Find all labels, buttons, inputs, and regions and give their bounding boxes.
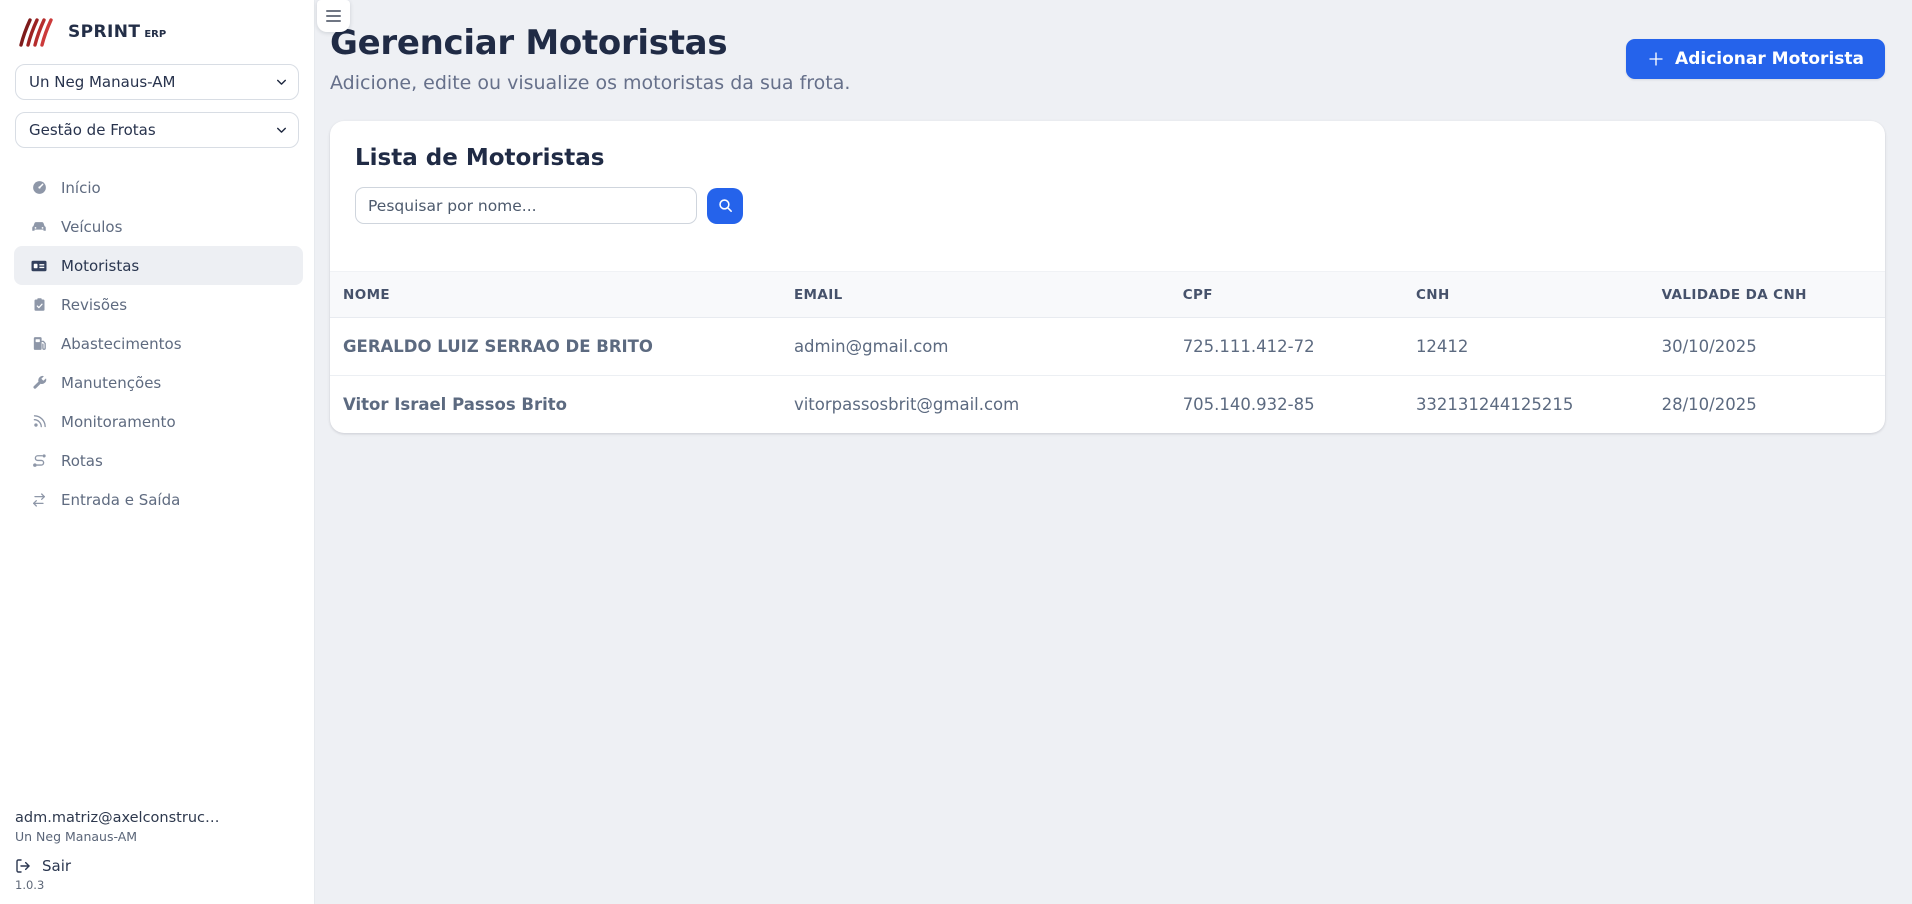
sidebar-item-entrada-e-saida[interactable]: Entrada e Saída — [14, 480, 303, 519]
sidebar-item-inicio[interactable]: Início — [14, 168, 303, 207]
id-card-icon — [30, 257, 48, 275]
sidebar-item-rotas[interactable]: Rotas — [14, 441, 303, 480]
cell-nome: GERALDO LUIZ SERRAO DE BRITO — [330, 318, 781, 376]
sidebar-item-revisoes[interactable]: Revisões — [14, 285, 303, 324]
satellite-icon — [30, 413, 48, 430]
sidebar-nav: Início Veículos Motoristas Revisões — [0, 168, 314, 519]
sidebar-spacer — [0, 519, 314, 810]
hamburger-icon — [326, 10, 341, 12]
brand-name: SPRINT — [68, 22, 140, 42]
brand-suffix: ERP — [144, 29, 166, 40]
cell-cpf: 725.111.412-72 — [1170, 318, 1403, 376]
search-button[interactable] — [707, 188, 743, 224]
sidebar-item-label: Abastecimentos — [61, 335, 182, 353]
page-header-titles: Gerenciar Motoristas Adicione, edite ou … — [330, 23, 850, 94]
brand: SPRINT ERP — [0, 10, 314, 60]
app-root: SPRINT ERP Un Neg Manaus-AM Gestão de Fr… — [0, 0, 1912, 904]
table-row: Vitor Israel Passos Brito vitorpassosbri… — [330, 376, 1885, 434]
search-icon — [717, 197, 734, 214]
sidebar-item-label: Manutenções — [61, 374, 161, 392]
sidebar-footer: adm.matriz@axelconstruc… Un Neg Manaus-A… — [0, 810, 314, 894]
column-header-email: EMAIL — [781, 272, 1170, 318]
user-business-unit: Un Neg Manaus-AM — [15, 829, 299, 844]
sidebar-item-label: Monitoramento — [61, 413, 176, 431]
clipboard-check-icon — [30, 296, 48, 313]
logout-label: Sair — [42, 857, 71, 875]
page-subtitle: Adicione, edite ou visualize os motorist… — [330, 72, 850, 94]
table-header-row: NOME EMAIL CPF CNH VALIDADE DA CNH — [330, 272, 1885, 318]
column-header-cpf: CPF — [1170, 272, 1403, 318]
route-icon — [30, 452, 48, 469]
add-driver-button-label: Adicionar Motorista — [1675, 49, 1864, 69]
sidebar-item-label: Motoristas — [61, 257, 139, 275]
plus-icon — [1647, 50, 1665, 68]
wrench-icon — [30, 374, 48, 391]
page-title: Gerenciar Motoristas — [330, 23, 850, 63]
add-driver-button[interactable]: Adicionar Motorista — [1626, 39, 1885, 79]
column-header-validade: VALIDADE DA CNH — [1649, 272, 1885, 318]
cell-email: vitorpassosbrit@gmail.com — [781, 376, 1170, 434]
cell-validade: 28/10/2025 — [1649, 376, 1885, 434]
sidebar-item-label: Rotas — [61, 452, 103, 470]
user-email: adm.matriz@axelconstruc… — [15, 810, 299, 826]
car-icon — [30, 218, 48, 236]
search-row — [330, 187, 1885, 224]
card-title: Lista de Motoristas — [330, 145, 1885, 171]
cell-nome: Vitor Israel Passos Brito — [330, 376, 781, 434]
cell-email: admin@gmail.com — [781, 318, 1170, 376]
sidebar-toggle-button[interactable] — [317, 0, 350, 32]
cell-cnh: 12412 — [1403, 318, 1649, 376]
sidebar-item-label: Início — [61, 179, 101, 197]
module-select[interactable]: Gestão de Frotas — [15, 112, 299, 148]
module-select-wrap: Gestão de Frotas — [15, 112, 299, 148]
logout-button[interactable]: Sair — [15, 857, 299, 875]
sidebar-item-abastecimentos[interactable]: Abastecimentos — [14, 324, 303, 363]
cell-cpf: 705.140.932-85 — [1170, 376, 1403, 434]
fuel-pump-icon — [30, 335, 48, 352]
drivers-table: NOME EMAIL CPF CNH VALIDADE DA CNH GERAL… — [330, 271, 1885, 433]
business-unit-select-wrap: Un Neg Manaus-AM — [15, 64, 299, 100]
sidebar-item-label: Revisões — [61, 296, 127, 314]
dashboard-icon — [30, 179, 48, 196]
hamburger-icon — [326, 15, 341, 17]
table-row: GERALDO LUIZ SERRAO DE BRITO admin@gmail… — [330, 318, 1885, 376]
cell-validade: 30/10/2025 — [1649, 318, 1885, 376]
cell-cnh: 332131244125215 — [1403, 376, 1649, 434]
sidebar-item-veiculos[interactable]: Veículos — [14, 207, 303, 246]
arrows-exchange-icon — [30, 492, 48, 508]
sidebar-item-label: Veículos — [61, 218, 122, 236]
column-header-nome: NOME — [330, 272, 781, 318]
drivers-card: Lista de Motoristas NOME EMAIL CPF CNH — [330, 121, 1885, 433]
page-header: Gerenciar Motoristas Adicione, edite ou … — [330, 23, 1885, 94]
sidebar-item-motoristas[interactable]: Motoristas — [14, 246, 303, 285]
app-version: 1.0.3 — [15, 878, 299, 892]
search-input[interactable] — [355, 187, 697, 224]
logout-icon — [15, 858, 31, 874]
sidebar-item-manutencoes[interactable]: Manutenções — [14, 363, 303, 402]
business-unit-select[interactable]: Un Neg Manaus-AM — [15, 64, 299, 100]
sidebar-item-monitoramento[interactable]: Monitoramento — [14, 402, 303, 441]
sidebar: SPRINT ERP Un Neg Manaus-AM Gestão de Fr… — [0, 0, 315, 904]
column-header-cnh: CNH — [1403, 272, 1649, 318]
main-content: Gerenciar Motoristas Adicione, edite ou … — [315, 0, 1912, 904]
sidebar-item-label: Entrada e Saída — [61, 491, 180, 509]
hamburger-icon — [326, 20, 341, 22]
brand-logo-icon — [16, 14, 58, 50]
